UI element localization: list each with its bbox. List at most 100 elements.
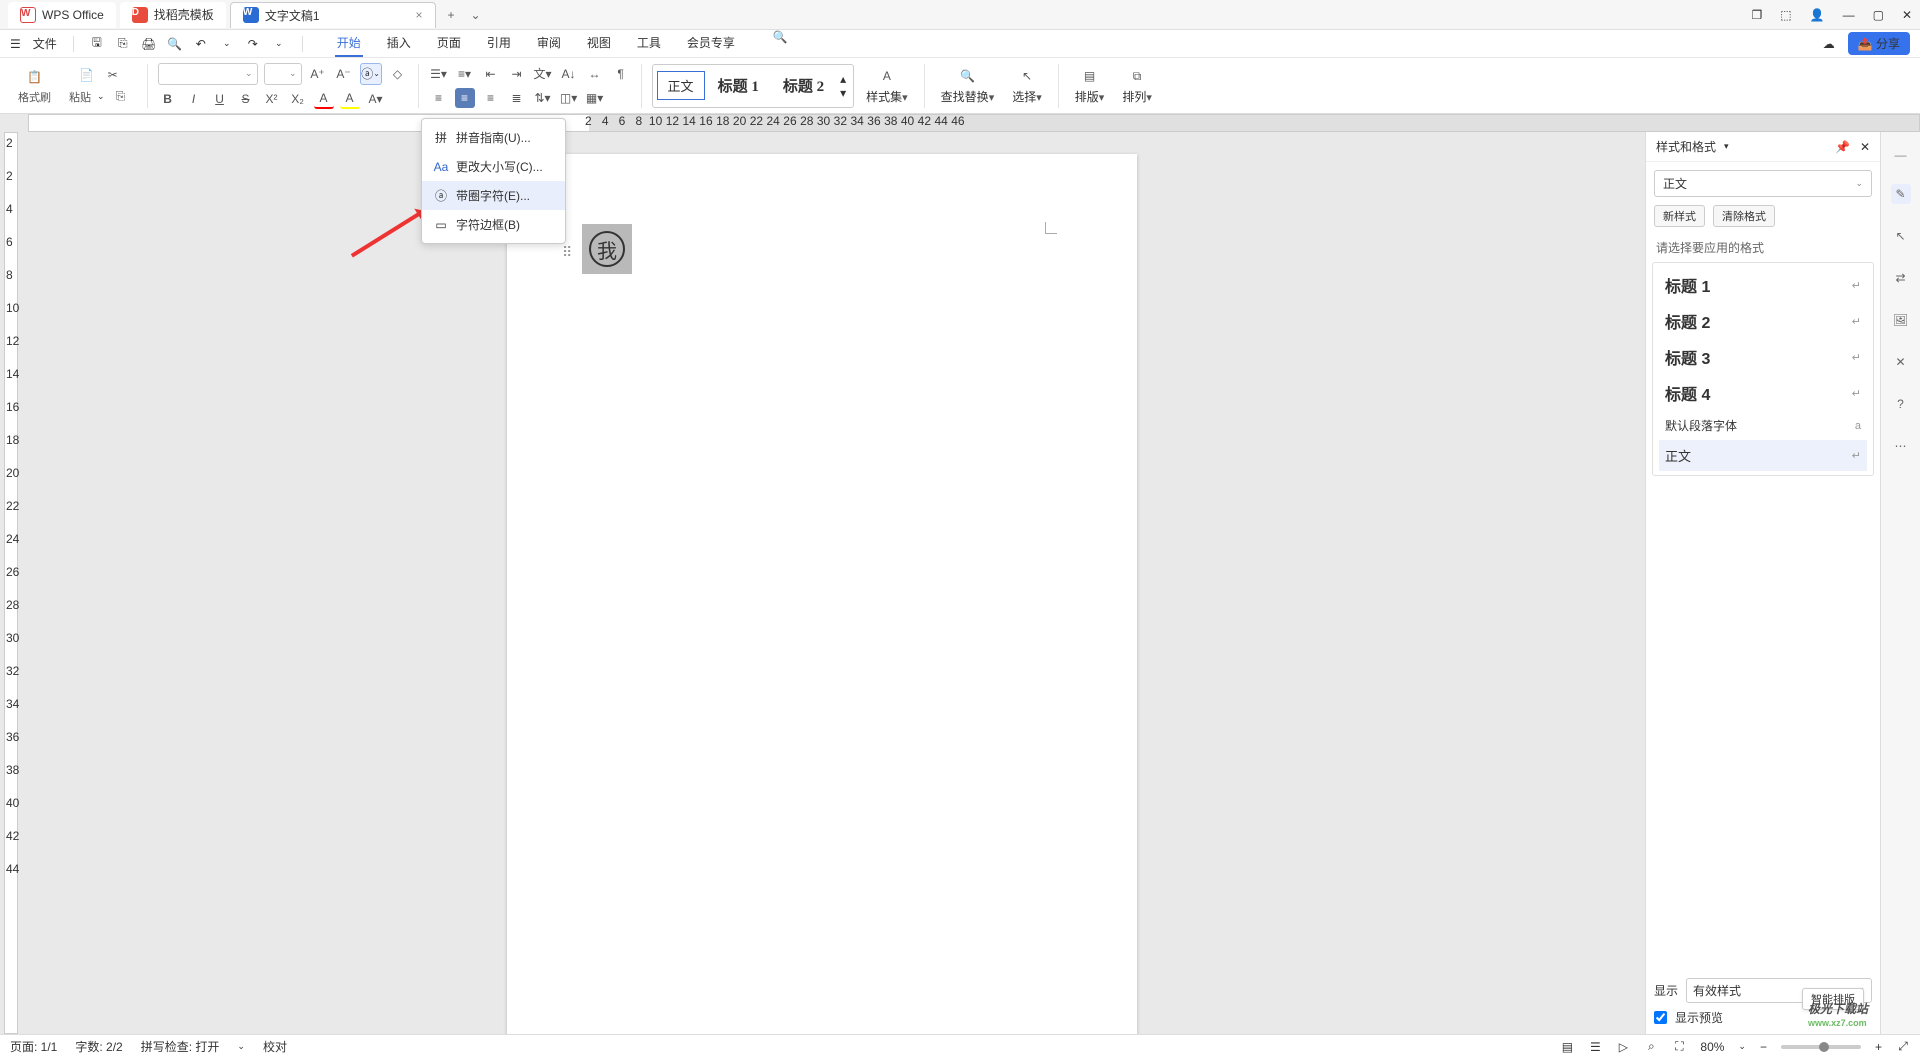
strike-button[interactable]: S: [236, 89, 256, 109]
clear-format-button[interactable]: 清除格式: [1713, 205, 1775, 227]
tab-insert[interactable]: 插入: [385, 30, 413, 57]
status-proof[interactable]: 校对: [263, 1038, 287, 1055]
select-button[interactable]: ↖选择▾: [1006, 62, 1048, 110]
font-size-select[interactable]: ⌄: [264, 63, 302, 85]
style-item-h3[interactable]: 标题 3↵: [1659, 339, 1867, 375]
zoom-slider[interactable]: [1781, 1045, 1861, 1049]
vertical-ruler[interactable]: 2246810121416182022242628303234363840424…: [0, 132, 22, 1034]
horizontal-ruler[interactable]: 2468101214161820222426283032343638404244…: [0, 114, 1920, 132]
qa-preview-icon[interactable]: 🔍: [168, 37, 182, 51]
tab-close-icon[interactable]: ×: [416, 8, 423, 22]
qa-undo-dropdown[interactable]: ⌄: [220, 37, 234, 51]
view-page-icon[interactable]: ▤: [1560, 1040, 1574, 1054]
tab-reference[interactable]: 引用: [485, 30, 513, 57]
side-collapse-icon[interactable]: —: [1895, 148, 1907, 162]
view-read-icon[interactable]: ▷: [1616, 1040, 1630, 1054]
side-more-icon[interactable]: ⋯: [1891, 436, 1911, 456]
tab-member[interactable]: 会员专享: [685, 30, 737, 57]
align-left-icon[interactable]: ≡: [429, 88, 449, 108]
style-set-button[interactable]: A样式集▾: [860, 62, 914, 110]
view-outline-icon[interactable]: ☰: [1588, 1040, 1602, 1054]
selected-text[interactable]: 我: [582, 224, 632, 274]
side-pencil-icon[interactable]: ✎: [1891, 184, 1911, 204]
align-justify-icon[interactable]: ≣: [507, 88, 527, 108]
subscript-button[interactable]: X₂: [288, 89, 308, 109]
style-item-h2[interactable]: 标题 2↵: [1659, 303, 1867, 339]
view-web-icon[interactable]: ⌕: [1644, 1040, 1658, 1054]
current-style-select[interactable]: 正文⌄: [1654, 170, 1872, 197]
style-item-body[interactable]: 正文↵: [1659, 440, 1867, 471]
tab-tools[interactable]: 工具: [635, 30, 663, 57]
find-replace-button[interactable]: 🔍查找替换▾: [935, 62, 1001, 110]
preview-checkbox[interactable]: [1654, 1011, 1667, 1024]
style-body[interactable]: 正文: [657, 71, 705, 100]
side-cursor-icon[interactable]: ↖: [1891, 226, 1911, 246]
fullscreen-icon[interactable]: ⤢: [1896, 1040, 1910, 1054]
align-center-icon[interactable]: ≡: [455, 88, 475, 108]
qa-save-icon[interactable]: 🖫: [90, 37, 104, 51]
menu-pinyin-guide[interactable]: 拼拼音指南(U)...: [422, 123, 565, 152]
style-gallery[interactable]: 正文 标题 1 标题 2 ▴▾: [652, 64, 855, 108]
side-help-icon[interactable]: ?: [1891, 394, 1911, 414]
win-cube-icon[interactable]: ⬚: [1780, 8, 1791, 22]
tab-page[interactable]: 页面: [435, 30, 463, 57]
window-maximize[interactable]: ▢: [1873, 8, 1884, 22]
zoom-out[interactable]: −: [1760, 1040, 1767, 1054]
qa-redo-icon[interactable]: ↷: [246, 37, 260, 51]
smart-layout-button[interactable]: 智能排版: [1802, 988, 1864, 1010]
win-sidepanel-icon[interactable]: ❐: [1752, 8, 1763, 22]
zoom-value[interactable]: 80%: [1700, 1040, 1724, 1054]
char-scale-icon[interactable]: ↔: [585, 64, 605, 84]
side-swap-icon[interactable]: ⇄: [1891, 268, 1911, 288]
align-right-icon[interactable]: ≡: [481, 88, 501, 108]
arrange-button[interactable]: ⧉排列▾: [1116, 62, 1158, 110]
highlight-button[interactable]: A: [340, 89, 360, 109]
tab-review[interactable]: 审阅: [535, 30, 563, 57]
decrease-font-icon[interactable]: A⁻: [334, 64, 354, 84]
cloud-icon[interactable]: ☁: [1822, 37, 1836, 51]
view-focus-icon[interactable]: ⛶: [1672, 1040, 1686, 1054]
tab-home[interactable]: 开始: [335, 30, 363, 57]
side-image-icon[interactable]: 🖼: [1891, 310, 1911, 330]
panel-close-icon[interactable]: ✕: [1860, 140, 1870, 154]
zoom-in[interactable]: +: [1875, 1040, 1882, 1054]
menu-icon[interactable]: ☰: [10, 37, 21, 51]
qa-export-icon[interactable]: ⎘: [116, 37, 130, 51]
underline-button[interactable]: U: [210, 89, 230, 109]
document-canvas[interactable]: ⠿ 我: [22, 132, 1645, 1034]
menu-change-case[interactable]: Aa更改大小写(C)...: [422, 152, 565, 181]
decrease-indent-icon[interactable]: ⇤: [481, 64, 501, 84]
increase-font-icon[interactable]: A⁺: [308, 64, 328, 84]
borders-icon[interactable]: ▦▾: [585, 88, 605, 108]
tab-dropdown[interactable]: ⌄: [463, 8, 489, 22]
font-family-select[interactable]: ⌄: [158, 63, 258, 85]
status-page[interactable]: 页面: 1/1: [10, 1038, 57, 1055]
new-style-button[interactable]: 新样式: [1654, 205, 1705, 227]
style-item-default-font[interactable]: 默认段落字体a: [1659, 411, 1867, 440]
app-tab[interactable]: W WPS Office: [8, 2, 116, 28]
pin-icon[interactable]: 📌: [1835, 140, 1850, 154]
new-tab-button[interactable]: +: [440, 8, 463, 22]
format-painter-group[interactable]: 📋 格式刷: [12, 62, 57, 110]
text-effects-button[interactable]: A▾: [366, 89, 386, 109]
superscript-button[interactable]: X²: [262, 89, 282, 109]
italic-button[interactable]: I: [184, 89, 204, 109]
menu-char-border[interactable]: ▭字符边框(B): [422, 210, 565, 239]
clear-format-icon[interactable]: ◇: [388, 64, 408, 84]
sort-icon[interactable]: A↓: [559, 64, 579, 84]
page[interactable]: ⠿ 我: [507, 154, 1137, 1034]
increase-indent-icon[interactable]: ⇥: [507, 64, 527, 84]
style-item-h1[interactable]: 标题 1↵: [1659, 267, 1867, 303]
window-minimize[interactable]: —: [1843, 8, 1855, 22]
layout-button[interactable]: ▤排版▾: [1069, 62, 1111, 110]
menu-enclosed-char[interactable]: ⓐ带圈字符(E)...: [422, 181, 565, 210]
status-words[interactable]: 字数: 2/2: [75, 1038, 122, 1055]
file-menu[interactable]: 文件: [33, 35, 57, 52]
search-icon[interactable]: 🔍: [773, 30, 787, 44]
style-h2[interactable]: 标题 2: [772, 70, 835, 101]
bullet-list-icon[interactable]: ☰▾: [429, 64, 449, 84]
copy-icon[interactable]: ⎘: [111, 87, 131, 107]
style-h1[interactable]: 标题 1: [707, 70, 770, 101]
qa-redo-dropdown[interactable]: ⌄: [272, 37, 286, 51]
cut-icon[interactable]: ✂: [103, 65, 123, 85]
